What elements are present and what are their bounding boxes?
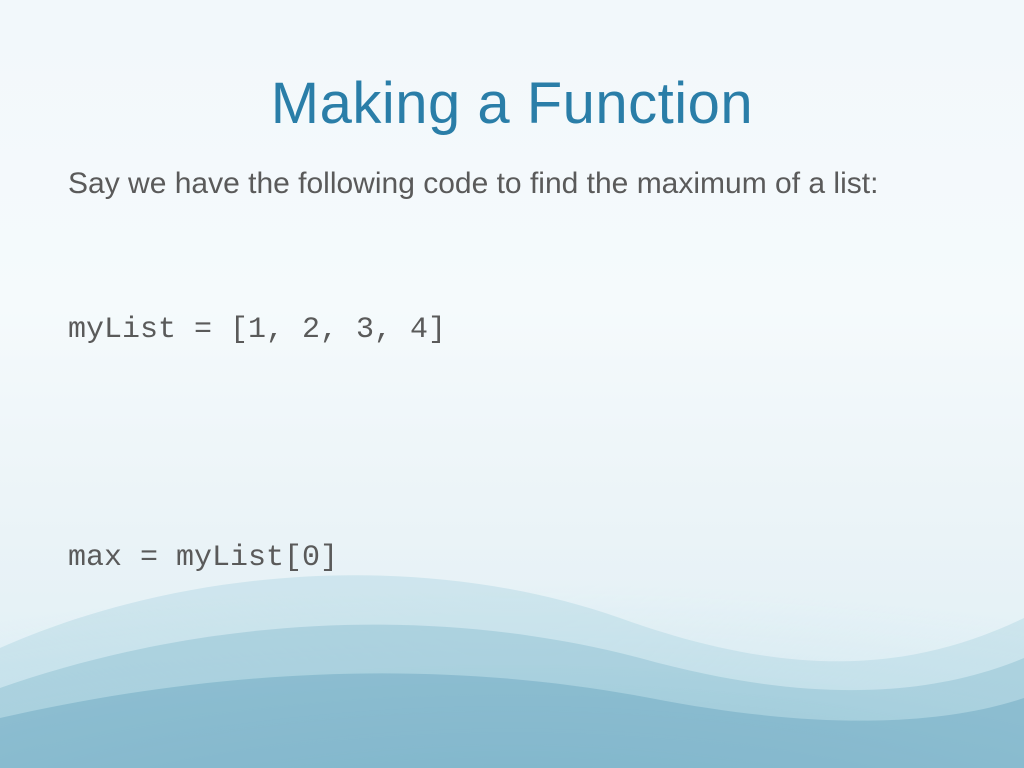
slide-intro-text: Say we have the following code to find t… — [68, 165, 956, 203]
code-line: max = myList[0] — [68, 538, 956, 579]
code-block: myList = [1, 2, 3, 4] max = myList[0] fo… — [68, 229, 956, 768]
slide-title: Making a Function — [68, 70, 956, 137]
code-line: myList = [1, 2, 3, 4] — [68, 310, 956, 351]
slide-content: Making a Function Say we have the follow… — [0, 0, 1024, 768]
code-blank-line — [68, 431, 956, 457]
code-blank-line — [68, 660, 956, 686]
